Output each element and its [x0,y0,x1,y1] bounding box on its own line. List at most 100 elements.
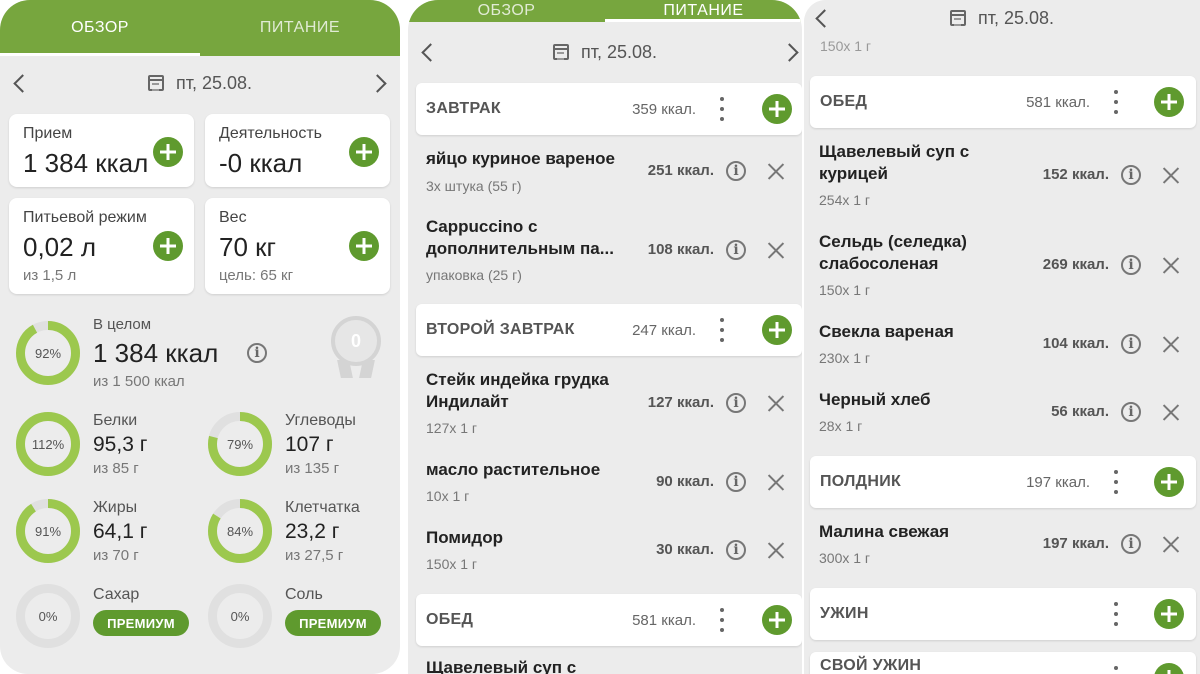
meal-header-breakfast[interactable]: ЗАВТРАК 359 ккал. [416,83,802,135]
more-icon[interactable] [720,97,724,121]
info-icon[interactable]: i [726,472,746,492]
add-food-button[interactable] [762,94,792,124]
meal-header-lunch[interactable]: ОБЕД 581 ккал. [416,594,802,646]
delete-icon[interactable] [767,241,785,259]
medal-count: 0 [331,316,381,366]
calendar-icon[interactable] [949,10,966,26]
date-label[interactable]: пт, 25.08. [581,42,657,63]
add-activity-button[interactable] [349,137,379,167]
delete-icon[interactable] [1162,403,1180,421]
more-icon[interactable] [720,318,724,342]
meal-header-lunch[interactable]: ОБЕД 581 ккал. [810,76,1196,128]
overall-value: 1 384 ккал [93,338,219,368]
add-food-button[interactable] [1154,467,1184,497]
delete-icon[interactable] [1162,335,1180,353]
delete-icon[interactable] [767,162,785,180]
card-title: Деятельность [219,125,322,142]
add-food-button[interactable] [1154,663,1184,674]
intake-card[interactable]: Прием 1 384 ккал [9,114,194,187]
activity-card[interactable]: Деятельность -0 ккал [205,114,390,187]
premium-button[interactable]: ПРЕМИУМ [285,610,381,636]
add-water-button[interactable] [153,231,183,261]
meal-name: СВОЙ УЖИН [820,657,922,674]
salt-progress-ring: 0% [208,584,272,648]
info-icon[interactable]: i [1121,534,1141,554]
meal-kcal: 247 ккал. [632,321,696,339]
food-name: Свекла вареная [819,322,954,341]
prev-day-icon[interactable] [13,74,32,93]
active-tab-indicator [0,53,200,56]
prev-day-icon[interactable] [815,9,834,28]
delete-icon[interactable] [767,473,785,491]
ring-percent: 0% [38,608,58,624]
add-food-button[interactable] [1154,87,1184,117]
food-name: Cappuccino с дополнительным па... [426,217,614,258]
nutrient-value: 23,2 г [285,520,340,543]
ring-percent: 91% [34,523,62,539]
overview-screen: ОБЗОР ПИТАНИЕ пт, 25.08. Прием 1 384 кка… [0,0,400,674]
tab-nutrition[interactable]: ПИТАНИЕ [200,0,400,56]
info-icon[interactable]: i [1121,165,1141,185]
food-kcal: 269 ккал. [1042,256,1109,273]
meal-header-dinner[interactable]: УЖИН [810,588,1196,640]
card-value: 70 кг [219,232,277,262]
prev-day-icon[interactable] [421,43,440,62]
next-day-icon[interactable] [368,74,387,93]
tab-overview[interactable]: ОБЗОР [0,0,200,56]
date-label[interactable]: пт, 25.08. [176,73,252,94]
add-food-button[interactable] [762,315,792,345]
delete-icon[interactable] [767,541,785,559]
more-icon[interactable] [1114,90,1118,114]
add-intake-button[interactable] [153,137,183,167]
delete-icon[interactable] [767,394,785,412]
info-icon[interactable]: i [1121,334,1141,354]
food-qty: 127x 1 г [426,420,478,436]
meal-kcal: 197 ккал. [1026,473,1090,491]
meal-header-custom-dinner[interactable]: СВОЙ УЖИН [810,652,1196,674]
card-title: Питьевой режим [23,209,147,226]
meal-header-snack[interactable]: ПОЛДНИК 197 ккал. [810,456,1196,508]
tab-overview[interactable]: ОБЗОР [408,0,605,22]
info-icon[interactable]: i [726,161,746,181]
add-food-button[interactable] [1154,599,1184,629]
delete-icon[interactable] [1162,535,1180,553]
card-value: 1 384 ккал [23,148,149,178]
info-icon[interactable]: i [247,343,267,363]
meal-name: ОБЕД [426,611,474,628]
food-kcal: 197 ккал. [1042,535,1109,552]
nutrient-name: Соль [285,586,323,603]
info-icon[interactable]: i [1121,255,1141,275]
ring-percent: 79% [226,436,254,452]
calendar-icon[interactable] [552,44,569,60]
food-kcal: 152 ккал. [1042,166,1109,183]
delete-icon[interactable] [1162,256,1180,274]
meal-kcal: 581 ккал. [1026,93,1090,111]
nutrient-name: Клетчатка [285,499,360,516]
info-icon[interactable]: i [726,393,746,413]
more-icon[interactable] [1114,666,1118,674]
meal-header-second-breakfast[interactable]: ВТОРОЙ ЗАВТРАК 247 ккал. [416,304,802,356]
delete-icon[interactable] [1162,166,1180,184]
weight-card[interactable]: Вес 70 кг цель: 65 кг [205,198,390,294]
card-sub: из 1,5 л [23,267,77,284]
premium-button[interactable]: ПРЕМИУМ [93,610,189,636]
info-icon[interactable]: i [1121,402,1141,422]
more-icon[interactable] [720,608,724,632]
info-icon[interactable]: i [726,240,746,260]
ring-percent: 0% [230,608,250,624]
add-weight-button[interactable] [349,231,379,261]
nutrient-name: Сахар [93,586,140,603]
meal-kcal: 359 ккал. [632,100,696,118]
food-name: масло растительное [426,460,601,479]
next-day-icon[interactable] [780,43,799,62]
calendar-icon[interactable] [147,75,164,91]
water-card[interactable]: Питьевой режим 0,02 л из 1,5 л [9,198,194,294]
more-icon[interactable] [1114,602,1118,626]
info-icon[interactable]: i [726,540,746,560]
food-qty: 150x 1 г [819,282,871,298]
nutrient-sub: из 85 г [93,460,139,477]
add-food-button[interactable] [762,605,792,635]
date-label[interactable]: пт, 25.08. [978,8,1054,29]
more-icon[interactable] [1114,470,1118,494]
card-title: Вес [219,209,247,226]
